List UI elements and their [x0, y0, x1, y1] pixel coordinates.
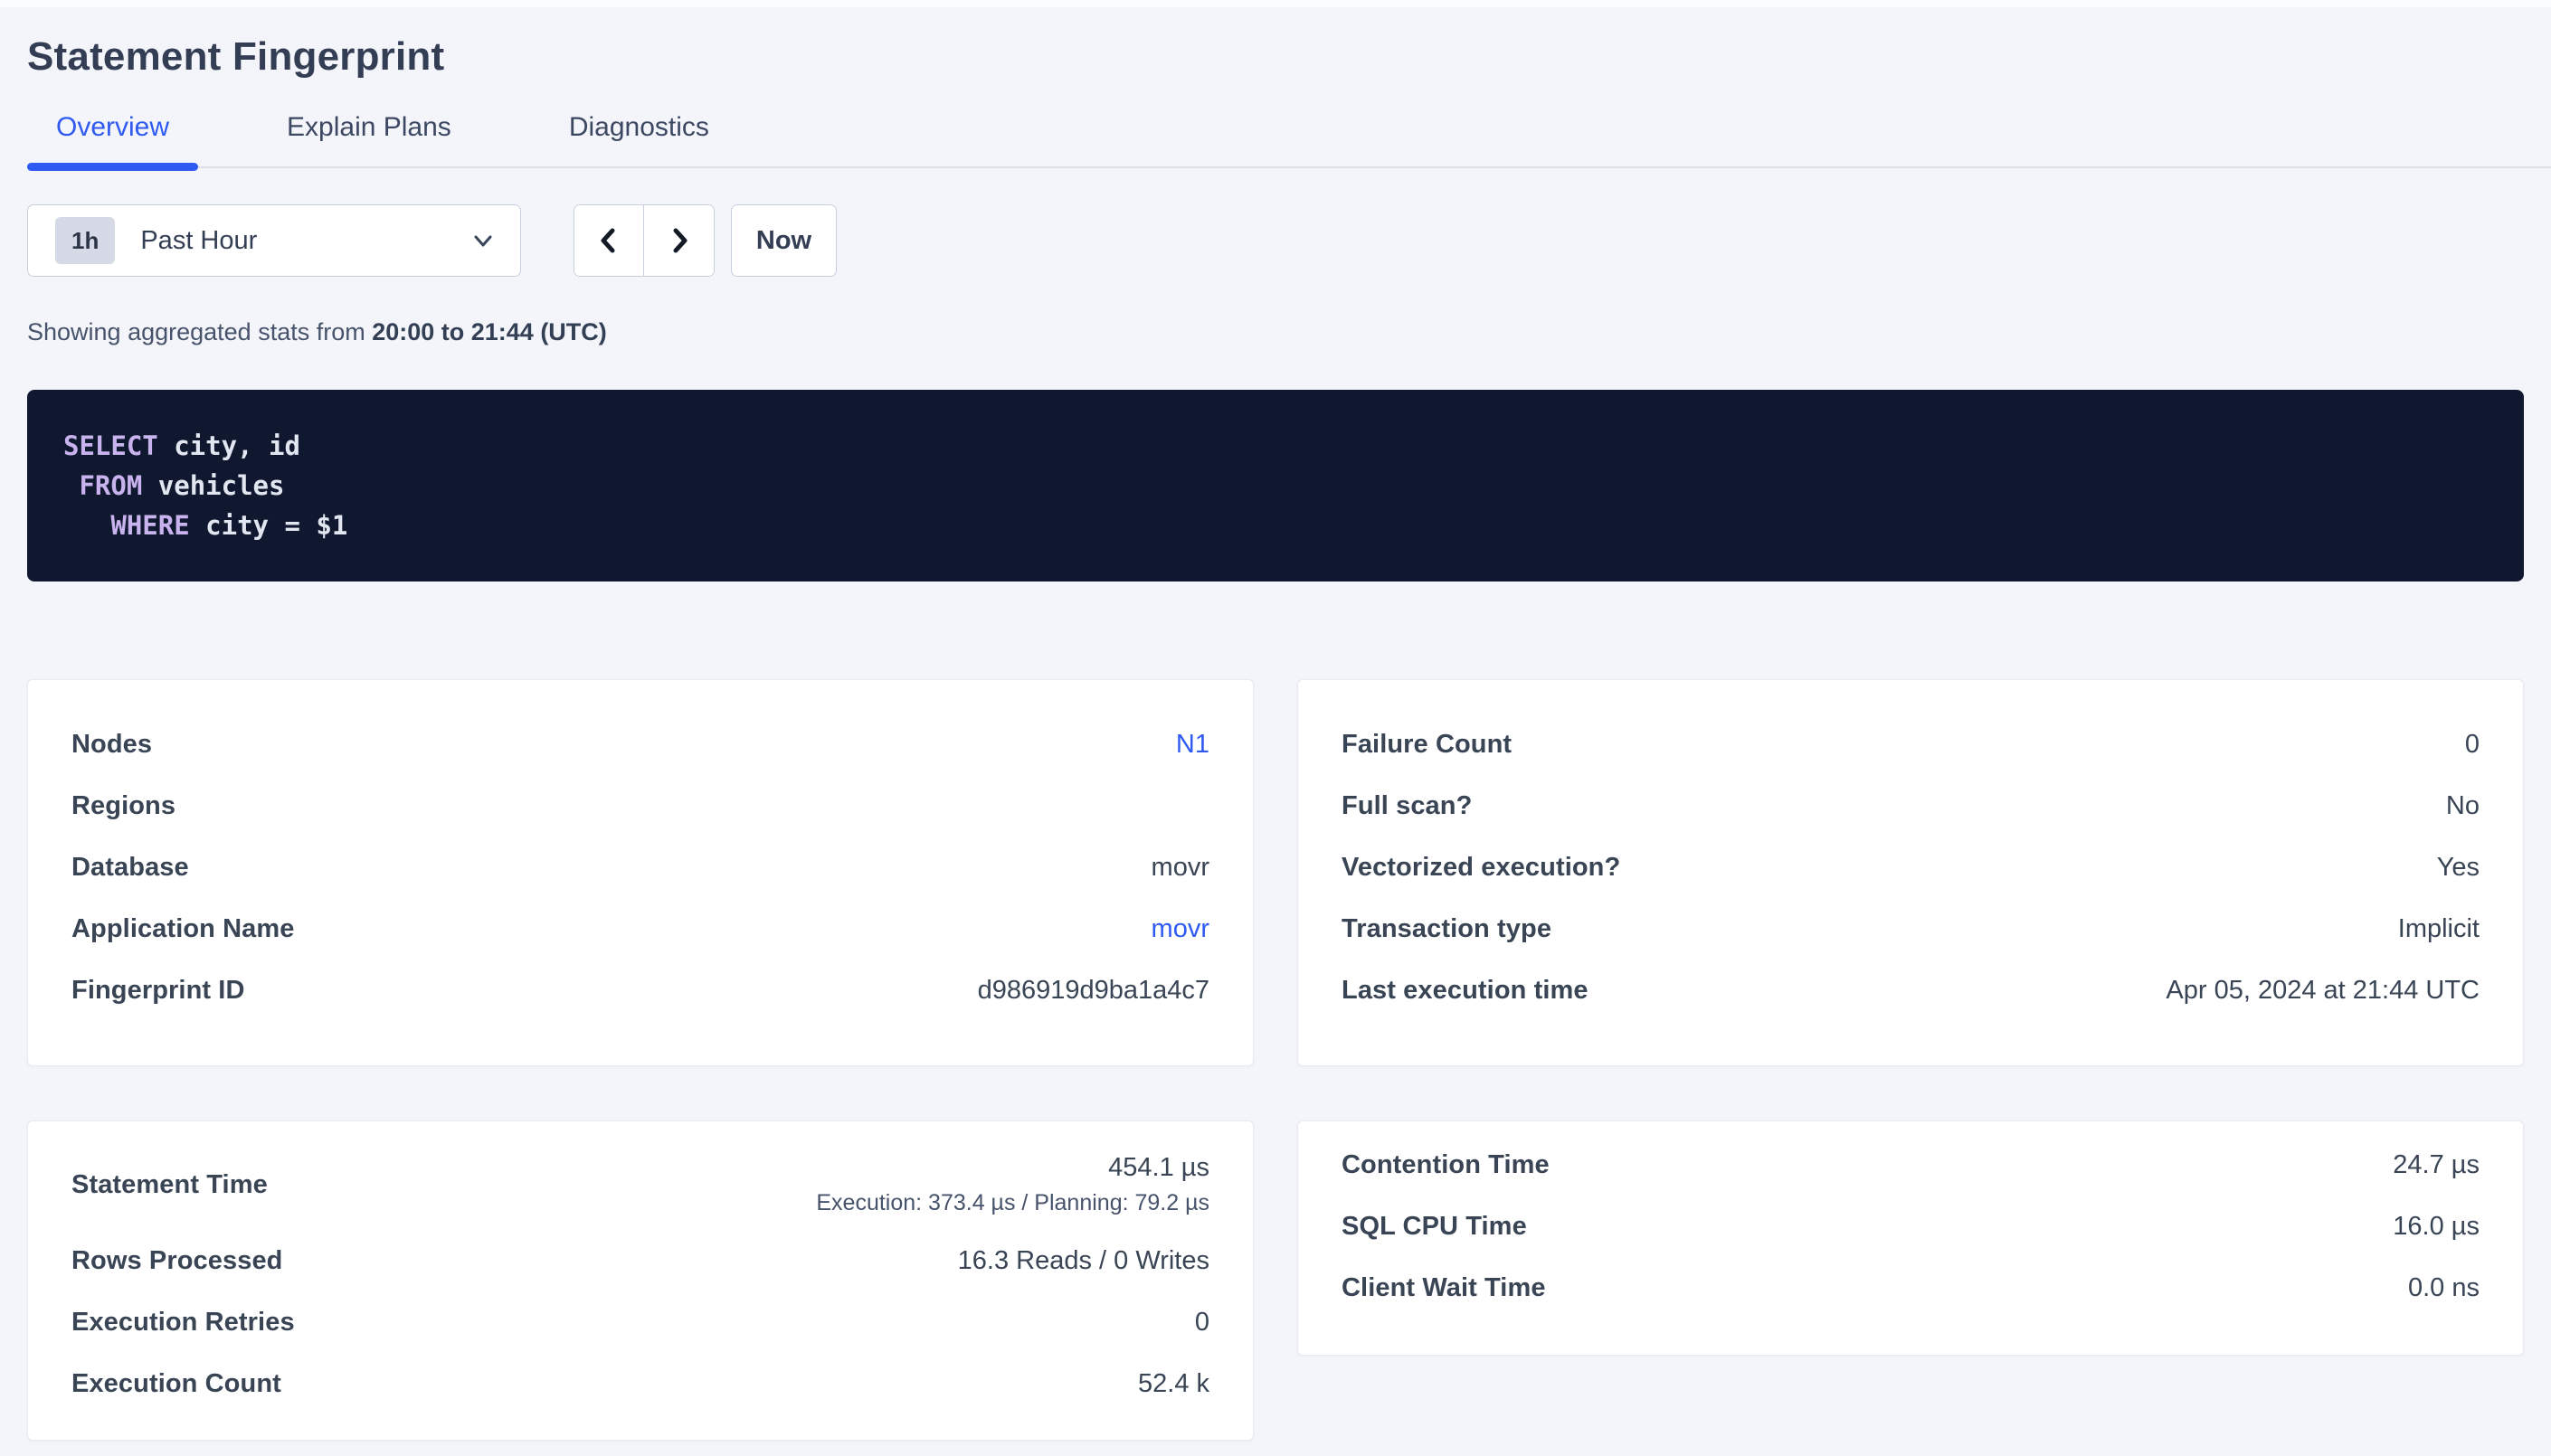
- time-range-badge: 1h: [55, 217, 115, 264]
- row-value-group: movr: [1152, 853, 1209, 883]
- table-row: Fingerprint ID d986919d9ba1a4c7: [71, 960, 1209, 1021]
- row-label: Nodes: [71, 730, 152, 760]
- row-value-group: 52.4 k: [1138, 1369, 1209, 1399]
- top-edge-strip: [0, 0, 2551, 7]
- row-value-group: Apr 05, 2024 at 21:44 UTC: [2166, 976, 2480, 1006]
- statement-stats-card: Statement Time 454.1 µs Execution: 373.4 µ…: [27, 1120, 1254, 1441]
- time-range-label: Past Hour: [140, 226, 469, 256]
- row-value: 16.3 Reads / 0 Writes: [958, 1246, 1209, 1276]
- row-label: SQL CPU Time: [1342, 1212, 1527, 1242]
- row-value-group: Implicit: [2398, 914, 2480, 944]
- row-value-link[interactable]: N1: [1176, 730, 1209, 760]
- row-value: Implicit: [2398, 914, 2480, 944]
- row-value: 0: [1195, 1308, 1209, 1338]
- row-value-group: 0: [1195, 1308, 1209, 1338]
- tab-diagnostics[interactable]: Diagnostics: [540, 112, 738, 166]
- row-value-group: Yes: [2437, 853, 2480, 883]
- wait-time-stats-card: Contention Time 24.7 µs SQL CPU Time 16.0 µ…: [1297, 1120, 2524, 1356]
- tab-bar: Overview Explain Plans Diagnostics: [27, 112, 2551, 168]
- row-subvalue: Execution: 373.4 µs / Planning: 79.2 µs: [816, 1190, 1209, 1216]
- table-row: Execution Count 52.4 k: [71, 1353, 1209, 1414]
- chevron-down-icon: [469, 227, 497, 254]
- row-label: Fingerprint ID: [71, 976, 245, 1006]
- table-row: Nodes N1: [71, 714, 1209, 775]
- row-value-group: N1: [1176, 730, 1209, 760]
- row-value-group: d986919d9ba1a4c7: [978, 976, 1209, 1006]
- row-value: 454.1 µs: [816, 1153, 1209, 1183]
- time-controls: 1h Past Hour Now: [27, 204, 2524, 277]
- row-value-link[interactable]: movr: [1152, 914, 1209, 944]
- row-value-group: 24.7 µs: [2393, 1150, 2480, 1180]
- table-row: SQL CPU Time 16.0 µs: [1342, 1196, 2480, 1257]
- row-value-group: 16.0 µs: [2393, 1212, 2480, 1242]
- tab-diagnostics-label: Diagnostics: [569, 112, 709, 142]
- chevron-left-icon: [593, 225, 624, 256]
- table-row: Regions: [71, 775, 1209, 837]
- row-value-group: movr: [1152, 914, 1209, 944]
- row-label: Regions: [71, 791, 175, 821]
- row-value: 0: [2465, 730, 2480, 760]
- aggregation-note-prefix: Showing aggregated stats from: [27, 318, 372, 345]
- table-row: Execution Retries 0: [71, 1291, 1209, 1353]
- row-label: Statement Time: [71, 1170, 268, 1200]
- row-value: Apr 05, 2024 at 21:44 UTC: [2166, 976, 2480, 1006]
- row-label: Failure Count: [1342, 730, 1512, 760]
- row-value: Yes: [2437, 853, 2480, 883]
- table-row: Rows Processed 16.3 Reads / 0 Writes: [71, 1230, 1209, 1291]
- table-row: Statement Time 454.1 µs Execution: 373.4 µ…: [71, 1139, 1209, 1230]
- row-value: No: [2446, 791, 2480, 821]
- active-tab-underline: [27, 163, 198, 171]
- row-value-group: 0.0 ns: [2408, 1273, 2480, 1303]
- row-value: d986919d9ba1a4c7: [978, 976, 1209, 1006]
- tab-overview[interactable]: Overview: [27, 112, 198, 166]
- statement-fingerprint-page: Statement Fingerprint Overview Explain P…: [0, 34, 2551, 1441]
- table-row: Transaction type Implicit: [1342, 898, 2480, 960]
- summary-cards: NodesN1RegionsDatabasemovrApplication Na…: [27, 679, 2524, 1441]
- row-label: Vectorized execution?: [1342, 853, 1620, 883]
- row-value: 16.0 µs: [2393, 1212, 2480, 1242]
- chevron-right-icon: [664, 225, 695, 256]
- table-row: Contention Time 24.7 µs: [1342, 1134, 2480, 1196]
- table-row: Database movr: [71, 837, 1209, 898]
- table-row: Failure Count 0: [1342, 714, 2480, 775]
- row-label: Database: [71, 853, 189, 883]
- table-row: Application Name movr: [71, 898, 1209, 960]
- row-value: 52.4 k: [1138, 1369, 1209, 1399]
- table-row: Client Wait Time 0.0 ns: [1342, 1257, 2480, 1319]
- sql-statement-text: SELECT city, id FROM vehicles WHERE city…: [63, 426, 2488, 545]
- tab-overview-label: Overview: [56, 112, 169, 142]
- row-value-group: 16.3 Reads / 0 Writes: [958, 1246, 1209, 1276]
- execution-attributes-card: Failure Count 0 Full scan? No Vectorized exe…: [1297, 679, 2524, 1066]
- previous-window-button[interactable]: [574, 205, 644, 276]
- table-row: Full scan? No: [1342, 775, 2480, 837]
- time-window-pager: [574, 204, 715, 277]
- row-label: Client Wait Time: [1342, 1273, 1546, 1303]
- tab-explain-plans[interactable]: Explain Plans: [258, 112, 480, 166]
- row-value: movr: [1152, 853, 1209, 883]
- aggregation-note: Showing aggregated stats from 20:00 to 2…: [27, 318, 2551, 346]
- table-row: Last execution time Apr 05, 2024 at 21:44…: [1342, 960, 2480, 1021]
- row-label: Rows Processed: [71, 1246, 283, 1276]
- row-label: Contention Time: [1342, 1150, 1550, 1180]
- sql-statement-box: SELECT city, id FROM vehicles WHERE city…: [27, 390, 2524, 581]
- aggregation-note-range: 20:00 to 21:44 (UTC): [372, 318, 607, 345]
- row-label: Last execution time: [1342, 976, 1588, 1006]
- time-range-dropdown[interactable]: 1h Past Hour: [27, 204, 521, 277]
- row-label: Execution Count: [71, 1369, 281, 1399]
- now-button[interactable]: Now: [731, 204, 837, 277]
- statement-details-card: NodesN1RegionsDatabasemovrApplication Na…: [27, 679, 1254, 1066]
- row-value-group: No: [2446, 791, 2480, 821]
- row-label: Transaction type: [1342, 914, 1551, 944]
- table-row: Vectorized execution? Yes: [1342, 837, 2480, 898]
- row-value: 24.7 µs: [2393, 1150, 2480, 1180]
- row-label: Application Name: [71, 914, 295, 944]
- row-value: 0.0 ns: [2408, 1273, 2480, 1303]
- next-window-button[interactable]: [644, 205, 714, 276]
- tab-explain-plans-label: Explain Plans: [287, 112, 451, 142]
- row-label: Full scan?: [1342, 791, 1472, 821]
- row-label: Execution Retries: [71, 1308, 295, 1338]
- row-value-group: 454.1 µs Execution: 373.4 µs / Planning: …: [816, 1153, 1209, 1216]
- row-value-group: 0: [2465, 730, 2480, 760]
- page-title: Statement Fingerprint: [27, 34, 2551, 80]
